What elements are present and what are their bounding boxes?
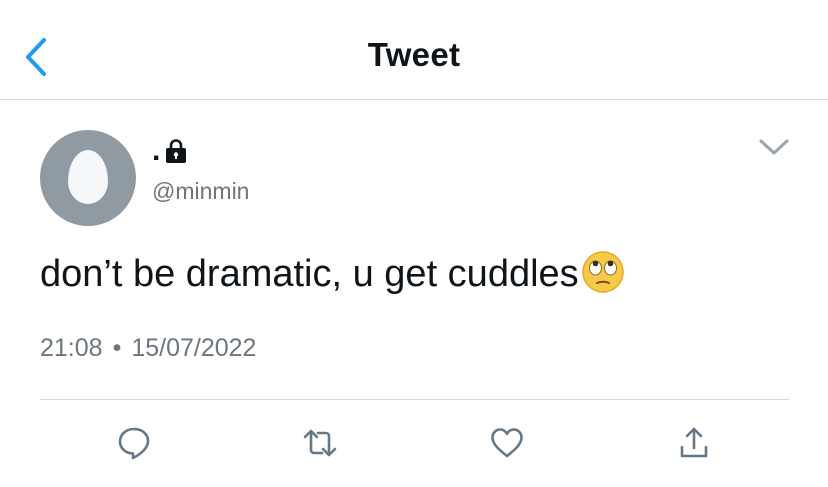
heart-icon — [491, 428, 523, 458]
tweet-date: 15/07/2022 — [131, 334, 257, 362]
avatar[interactable] — [40, 130, 136, 226]
rolling-eyes-emoji-icon — [581, 251, 624, 293]
default-egg-avatar-icon — [68, 150, 108, 204]
reply-icon — [118, 427, 150, 460]
retweet-button[interactable] — [302, 425, 338, 461]
chevron-down-icon — [759, 139, 789, 155]
divider — [40, 399, 789, 400]
share-button[interactable] — [676, 425, 712, 461]
display-name[interactable]: . — [152, 136, 160, 166]
like-button[interactable] — [489, 425, 525, 461]
more-options-button[interactable] — [758, 138, 790, 156]
user-handle[interactable]: @minmin — [152, 178, 249, 205]
page-title: Tweet — [367, 36, 461, 73]
tweet-timestamp[interactable]: 21:08 • 15/07/2022 — [40, 334, 256, 363]
tweet-text-content: don’t be dramatic, u get cuddles — [40, 253, 579, 295]
retweet-icon — [303, 429, 337, 457]
tweet-text: don’t be dramatic, u get cuddles — [40, 250, 625, 297]
reply-button[interactable] — [116, 425, 152, 461]
lock-icon — [166, 139, 187, 163]
meta-separator: • — [112, 334, 122, 362]
author-name-row: . — [152, 136, 188, 166]
header-bar: Tweet — [0, 0, 828, 100]
tweet-time: 21:08 — [40, 334, 103, 362]
share-icon — [680, 427, 708, 458]
